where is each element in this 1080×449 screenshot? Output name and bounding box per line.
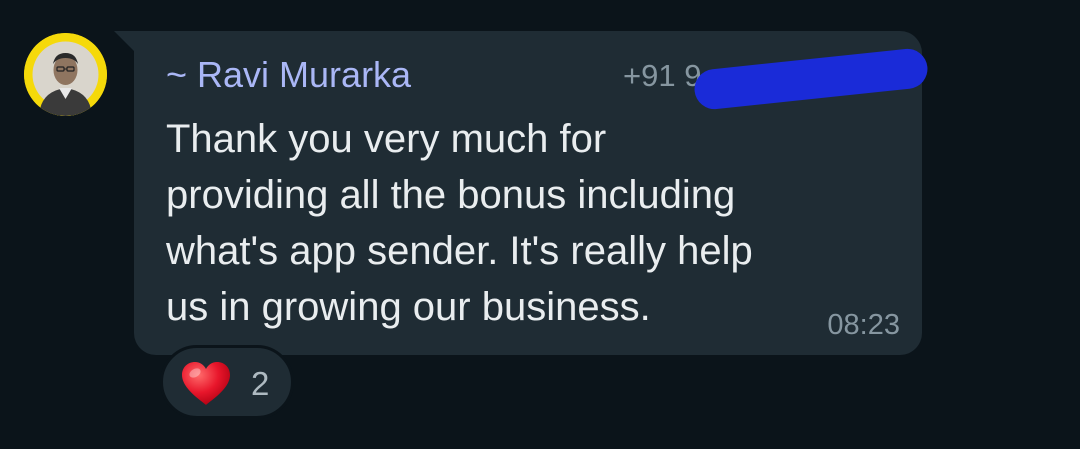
sender-name[interactable]: ~ Ravi Murarka [166, 53, 411, 97]
message-bubble[interactable]: ~ Ravi Murarka +91 9 Thank you very much… [134, 31, 930, 355]
avatar[interactable] [24, 33, 107, 116]
message-timestamp: 08:23 [827, 309, 900, 341]
reaction-pill[interactable]: 2 [160, 345, 294, 419]
heart-icon [182, 362, 230, 405]
message-text: Thank you very much for providing all th… [166, 117, 753, 329]
sender-phone: +91 9 [623, 58, 702, 93]
reaction-count: 2 [251, 365, 270, 402]
avatar-photo [24, 33, 107, 116]
phone-redaction-scribble [692, 46, 930, 112]
sender-line: ~ Ravi Murarka +91 9 [166, 46, 930, 112]
